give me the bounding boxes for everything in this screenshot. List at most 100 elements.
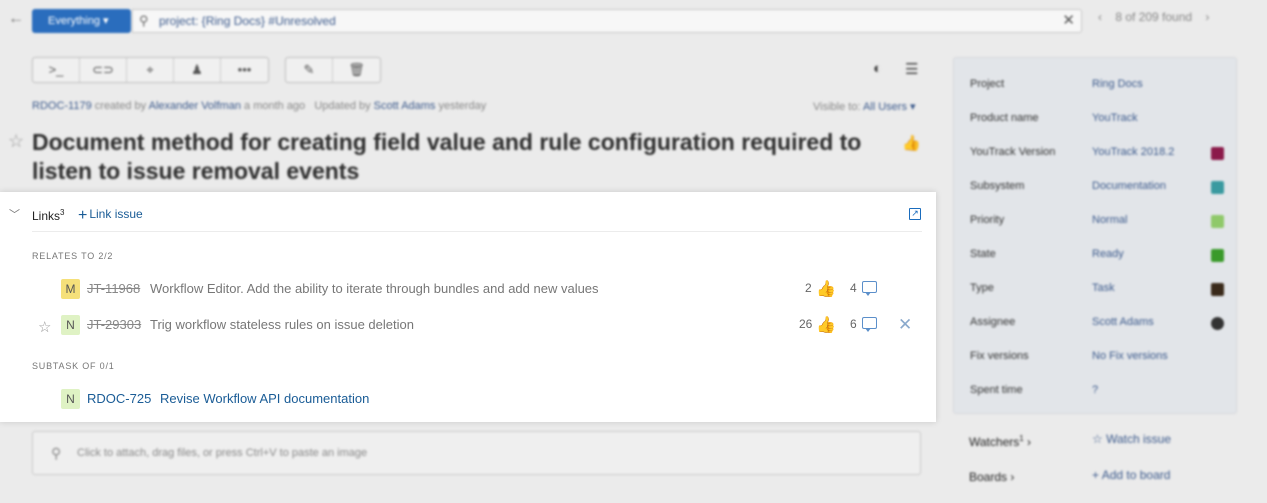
clear-search-icon[interactable]: ✕ (1062, 10, 1075, 32)
linked-issue-summary[interactable]: Trig workflow stateless rules on issue d… (150, 317, 414, 332)
field-row[interactable]: YouTrack Version YouTrack 2018.2 (970, 146, 1230, 166)
search-icon: ⚲ (139, 13, 149, 28)
edit-icon[interactable]: ✎ (286, 58, 333, 82)
linked-issue-row[interactable]: ☆ N JT-29303 Trig workflow stateless rul… (0, 315, 936, 341)
linked-issue-id[interactable]: JT-29303 (87, 317, 141, 332)
linked-issue-row[interactable]: N RDOC-725 Revise Workflow API documenta… (0, 389, 936, 415)
previous-issue-icon[interactable]: ‹ (1098, 10, 1102, 24)
remove-link-icon[interactable]: ✕ (898, 315, 912, 335)
next-issue-icon[interactable]: › (1205, 10, 1209, 24)
field-color-swatch (1211, 147, 1224, 160)
add-to-board-button[interactable]: + Add to board (1092, 468, 1170, 482)
field-value[interactable]: Ready (1092, 248, 1124, 260)
divider (32, 231, 922, 232)
creator-link[interactable]: Alexander Volfman (149, 100, 241, 112)
links-panel: ﹀ Links3 + Link issue ↗ RELATES TO 2/2 M … (0, 192, 936, 422)
more-icon[interactable]: ••• (221, 58, 268, 82)
visible-prefix: Visible to: (813, 101, 861, 113)
search-input[interactable]: ⚲ project: {Ring Docs} #Unresolved ✕ (132, 9, 1082, 33)
attach-area[interactable]: ⚲ Click to attach, drag files, or press … (32, 431, 921, 475)
updated-when: yesterday (438, 100, 487, 112)
field-value[interactable]: ? (1092, 384, 1098, 396)
comment-count: 6 (850, 317, 857, 331)
field-row[interactable]: Fix versions No Fix versions (970, 350, 1230, 370)
thumbs-up-icon[interactable]: 👍 (816, 279, 836, 299)
field-value[interactable]: Normal (1092, 214, 1127, 226)
field-row[interactable]: Assignee Scott Adams (970, 316, 1230, 336)
issue-title: Document method for creating field value… (32, 129, 862, 184)
issue-pager: ‹ 8 of 209 found › (1098, 10, 1219, 24)
thumbs-up-icon[interactable]: 👍 (902, 134, 921, 152)
field-row[interactable]: Spent time? (970, 384, 1230, 404)
field-row[interactable]: Subsystem Documentation (970, 180, 1230, 200)
link-issue-label: Link issue (89, 207, 143, 221)
links-count: 3 (60, 208, 65, 217)
field-row[interactable]: Project Ring Docs (970, 78, 1230, 98)
field-value[interactable]: YouTrack (1092, 112, 1138, 124)
linked-issue-summary[interactable]: Revise Workflow API documentation (160, 391, 369, 406)
avatar (1211, 317, 1224, 330)
visibility-select[interactable]: All Users ▾ (863, 101, 916, 113)
comment-count: 4 (850, 281, 857, 295)
star-icon: ☆ (1092, 432, 1103, 446)
field-name: Subsystem (970, 180, 1025, 192)
arrow-left-icon[interactable]: ← (8, 10, 24, 28)
plus-icon: + (1092, 468, 1100, 482)
comment-icon[interactable] (862, 317, 877, 332)
boards-label[interactable]: Boards › (969, 470, 1014, 484)
issue-id[interactable]: RDOC-1179 (32, 100, 92, 112)
vote-count: 26 (799, 317, 813, 331)
add-to-board-label: Add to board (1101, 468, 1171, 482)
thumbs-up-voted-icon[interactable]: 👍 (816, 315, 836, 335)
plus-icon: + (78, 207, 88, 224)
field-value[interactable]: No Fix versions (1092, 350, 1168, 362)
fields-panel: Project Ring Docs Product name YouTrack YouT… (953, 57, 1237, 414)
field-color-swatch (1211, 181, 1224, 194)
field-name: Fix versions (970, 350, 1029, 362)
search-scope-button[interactable]: Everything ▾ (32, 9, 131, 33)
links-header: ﹀ Links3 + Link issue ↗ (0, 192, 936, 232)
field-value[interactable]: YouTrack 2018.2 (1092, 146, 1174, 158)
created-prefix: created by (94, 100, 147, 112)
field-row[interactable]: State Ready (970, 248, 1230, 268)
link-icon[interactable]: ⊂⊃ (80, 58, 127, 82)
updated-prefix: Updated by (314, 100, 371, 112)
tag-icon[interactable]: ⌖ (127, 58, 174, 82)
chevron-down-icon[interactable]: ﹀ (9, 206, 20, 222)
watch-issue-button[interactable]: ☆ Watch issue (1092, 432, 1171, 446)
field-row[interactable]: Product name YouTrack (970, 112, 1230, 132)
created-when: a month ago (244, 100, 306, 112)
contrast-icon[interactable]: ◐ (873, 60, 882, 77)
field-name: Project (970, 78, 1005, 90)
field-row[interactable]: Type Task (970, 282, 1230, 302)
delete-icon[interactable]: 🗑 (333, 58, 380, 82)
field-value[interactable]: Ring Docs (1092, 78, 1143, 90)
field-value[interactable]: Task (1092, 282, 1115, 294)
menu-icon[interactable]: ☰ (905, 60, 918, 78)
linked-issue-id[interactable]: JT-11968 (87, 281, 140, 296)
star-icon[interactable]: ☆ (8, 131, 24, 152)
open-in-new-window-icon[interactable]: ↗ (909, 208, 921, 220)
user-icon[interactable]: ♟ (174, 58, 221, 82)
links-title[interactable]: Links3 (32, 208, 64, 223)
linked-issue-row[interactable]: M JT-11968 Workflow Editor. Add the abil… (0, 279, 936, 305)
comment-icon[interactable] (862, 281, 877, 296)
watchers-label[interactable]: Watchers1 › (969, 434, 1031, 449)
field-name: Priority (970, 214, 1005, 226)
issue-toolbar: >_ ⊂⊃ ⌖ ♟ ••• ✎ 🗑 (32, 57, 397, 83)
field-row[interactable]: Priority Normal (970, 214, 1230, 234)
field-name: Type (970, 282, 994, 294)
field-value[interactable]: Scott Adams (1092, 316, 1154, 328)
linked-issue-summary[interactable]: Workflow Editor. Add the ability to iter… (150, 281, 599, 296)
linked-issue-id[interactable]: RDOC-725 (87, 391, 151, 406)
watchers-text: Watchers (969, 435, 1020, 449)
link-issue-button[interactable]: + Link issue (78, 207, 143, 225)
updater-link[interactable]: Scott Adams (374, 100, 436, 112)
paperclip-icon: ⚲ (51, 445, 62, 461)
command-icon[interactable]: >_ (33, 58, 80, 82)
star-icon[interactable]: ☆ (38, 318, 51, 336)
issue-meta: RDOC-1179 created by Alexander Volfman a… (32, 100, 486, 112)
field-value[interactable]: Documentation (1092, 180, 1166, 192)
priority-badge: M (61, 279, 80, 299)
priority-badge: N (61, 389, 80, 409)
